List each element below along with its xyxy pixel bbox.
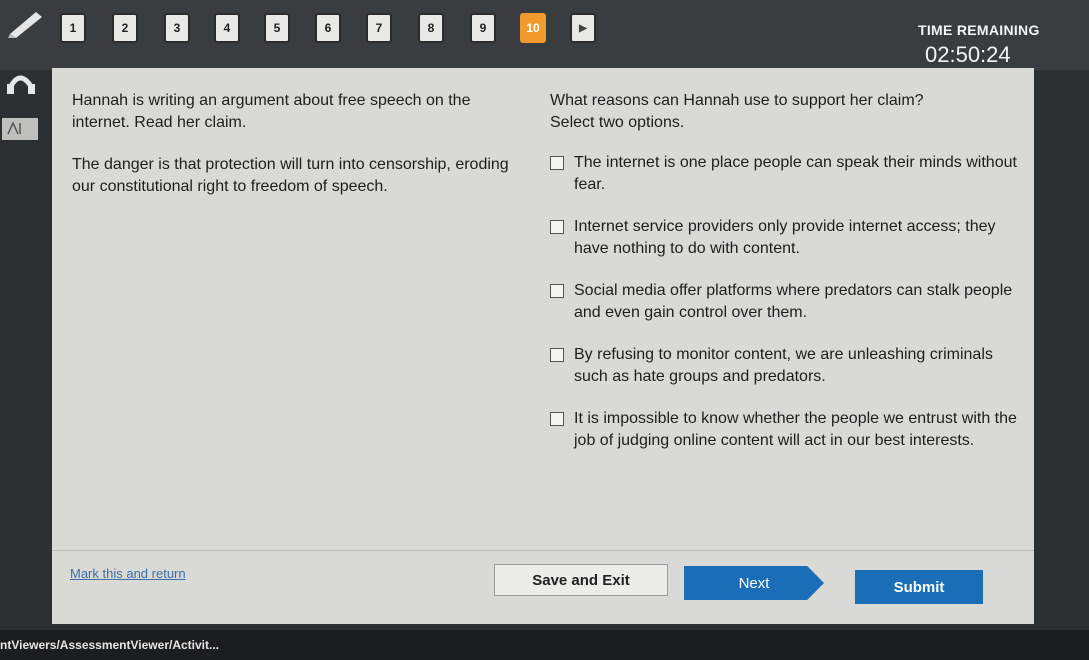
submit-button[interactable]: Submit [855,570,983,604]
question-9-button[interactable]: 9 [470,13,496,43]
checkbox[interactable] [550,348,564,362]
next-button[interactable]: Next [684,566,824,600]
question-5-button[interactable]: 5 [264,13,290,43]
question-1-button[interactable]: 1 [60,13,86,43]
timer-value: 02:50:24 [925,42,1011,67]
answer-option-label: Social media offer platforms where preda… [574,282,1013,321]
question-8-button[interactable]: 8 [418,13,444,43]
question-4-button[interactable]: 4 [214,13,240,43]
question-3-button[interactable]: 3 [164,13,190,43]
answer-option-label: The internet is one place people can spe… [574,154,1017,193]
footer-divider [52,550,1034,551]
answer-option[interactable]: Social media offer platforms where preda… [550,280,1020,324]
checkbox[interactable] [550,220,564,234]
question-prompt: What reasons can Hannah use to support h… [550,92,924,109]
question-2-button[interactable]: 2 [112,13,138,43]
question-instruction: Select two options. [550,114,685,131]
answer-option-label: Internet service providers only provide … [574,218,996,257]
answer-option[interactable]: The internet is one place people can spe… [550,152,1020,196]
mark-and-return-link[interactable]: Mark this and return [70,566,186,581]
highlighter-icon[interactable] [2,118,38,140]
answer-option-label: It is impossible to know whether the peo… [574,410,1017,449]
question-7-button[interactable]: 7 [366,13,392,43]
answer-option[interactable]: It is impossible to know whether the peo… [550,408,1020,452]
answer-option[interactable]: Internet service providers only provide … [550,216,1020,260]
question-6-button[interactable]: 6 [315,13,341,43]
side-toolbar [2,75,38,140]
passage: Hannah is writing an argument about free… [72,90,532,218]
checkbox[interactable] [550,284,564,298]
next-questions-arrow-icon[interactable]: ▶ [570,13,596,43]
passage-claim: The danger is that protection will turn … [72,156,509,195]
timer-label: TIME REMAINING [918,22,1040,38]
question-area: What reasons can Hannah use to support h… [550,90,1020,472]
status-url: ntViewers/AssessmentViewer/Activit... [0,638,219,652]
passage-intro: Hannah is writing an argument about free… [72,92,471,131]
answer-option[interactable]: By refusing to monitor content, we are u… [550,344,1020,388]
answer-option-label: By refusing to monitor content, we are u… [574,346,993,385]
checkbox[interactable] [550,412,564,426]
checkbox[interactable] [550,156,564,170]
save-and-exit-button[interactable]: Save and Exit [494,564,668,596]
question-10-button[interactable]: 10 [520,13,546,43]
pencil-icon[interactable] [6,8,46,38]
question-panel: Hannah is writing an argument about free… [52,68,1034,624]
headphones-icon[interactable] [7,75,35,94]
